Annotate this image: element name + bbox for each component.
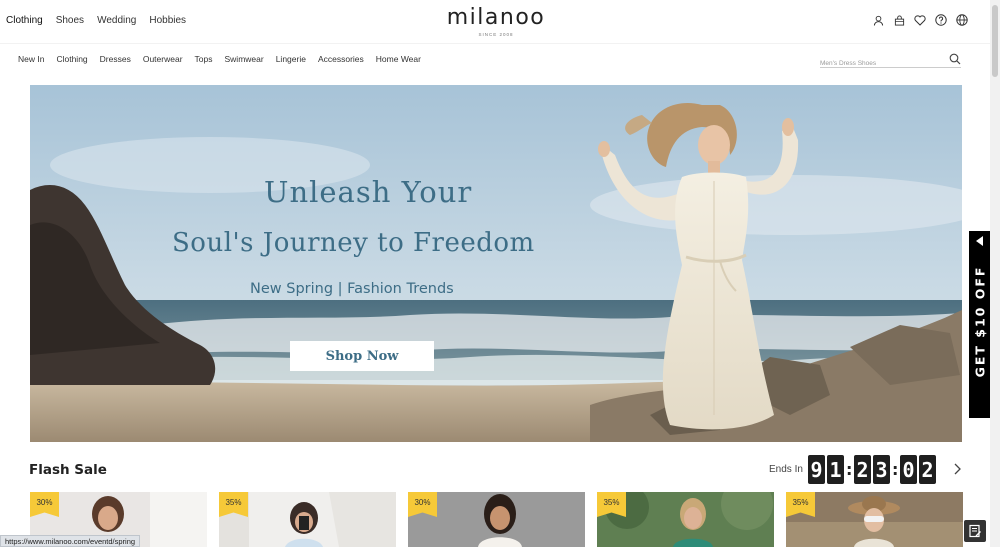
status-bar-url: https://www.milanoo.com/eventd/spring [0, 535, 141, 547]
hero-background-image [30, 85, 962, 442]
hero-headline-line1: Unleash Your [264, 175, 473, 209]
bag-icon[interactable] [893, 14, 905, 26]
nav-accessories[interactable]: Accessories [318, 54, 364, 64]
product-card[interactable]: 35% [786, 492, 963, 547]
hero-subheadline: New Spring | Fashion Trends [250, 281, 454, 297]
nav-outerwear[interactable]: Outerwear [143, 54, 183, 64]
flash-sale-products: 30% 35% 30% 35% 35% [30, 492, 963, 547]
search-box [820, 52, 961, 71]
top-header: Clothing Shoes Wedding Hobbies milanoo S… [0, 0, 990, 43]
search-icon[interactable] [949, 52, 961, 65]
nav-swimwear[interactable]: Swimwear [225, 54, 264, 64]
countdown-digit: 9 [808, 455, 825, 484]
nav-clothing[interactable]: Clothing [56, 54, 87, 64]
heart-icon[interactable] [914, 14, 926, 26]
countdown-digit: 0 [900, 455, 917, 484]
nav-new-in[interactable]: New In [18, 54, 44, 64]
search-input[interactable] [820, 56, 946, 71]
get-discount-tab[interactable]: GET $10 OFF [969, 231, 991, 418]
nav-links: New In Clothing Dresses Outerwear Tops S… [18, 54, 421, 64]
flash-sale-title: Flash Sale [29, 462, 107, 478]
logo-tagline: SINCE 2008 [478, 32, 514, 37]
arrow-left-icon [976, 236, 983, 246]
countdown-separator: : [846, 460, 853, 479]
chevron-right-icon[interactable] [952, 462, 962, 476]
site-logo[interactable]: milanoo SINCE 2008 [438, 5, 554, 38]
countdown-separator: : [892, 460, 899, 479]
countdown-digit: 2 [919, 455, 936, 484]
user-icon[interactable] [872, 14, 884, 26]
help-icon[interactable] [935, 14, 947, 26]
countdown-timer: 9 1 : 2 3 : 0 2 [808, 455, 936, 484]
product-card[interactable]: 35% [219, 492, 396, 547]
globe-icon[interactable] [956, 14, 968, 26]
scrollbar-thumb[interactable] [992, 5, 998, 77]
header-icons [872, 14, 968, 26]
logo-wordmark: milanoo [446, 5, 546, 30]
hero-headline-line2: Soul's Journey to Freedom [172, 228, 535, 258]
main-nav: New In Clothing Dresses Outerwear Tops S… [0, 43, 990, 76]
nav-lingerie[interactable]: Lingerie [276, 54, 306, 64]
nav-dresses[interactable]: Dresses [100, 54, 131, 64]
tab-hobbies[interactable]: Hobbies [149, 15, 186, 26]
promo-tab-label: GET $10 OFF [972, 265, 988, 378]
countdown-digit: 2 [854, 455, 871, 484]
page-scrollbar[interactable] [990, 0, 1000, 547]
tab-clothing[interactable]: Clothing [6, 15, 43, 26]
product-card[interactable]: 30% [408, 492, 585, 547]
shop-now-button[interactable]: Shop Now [290, 341, 434, 371]
feedback-button[interactable] [964, 520, 986, 542]
countdown-digit: 3 [873, 455, 890, 484]
nav-tops[interactable]: Tops [195, 54, 213, 64]
countdown-digit: 1 [827, 455, 844, 484]
ends-in-label: Ends In [769, 464, 803, 475]
feedback-icon [969, 524, 981, 538]
product-card[interactable]: 35% [597, 492, 774, 547]
tab-shoes[interactable]: Shoes [56, 15, 84, 26]
tab-wedding[interactable]: Wedding [97, 15, 136, 26]
category-tabs: Clothing Shoes Wedding Hobbies [6, 15, 186, 26]
nav-home-wear[interactable]: Home Wear [376, 54, 421, 64]
hero-banner[interactable]: Unleash Your Soul's Journey to Freedom N… [30, 85, 962, 442]
